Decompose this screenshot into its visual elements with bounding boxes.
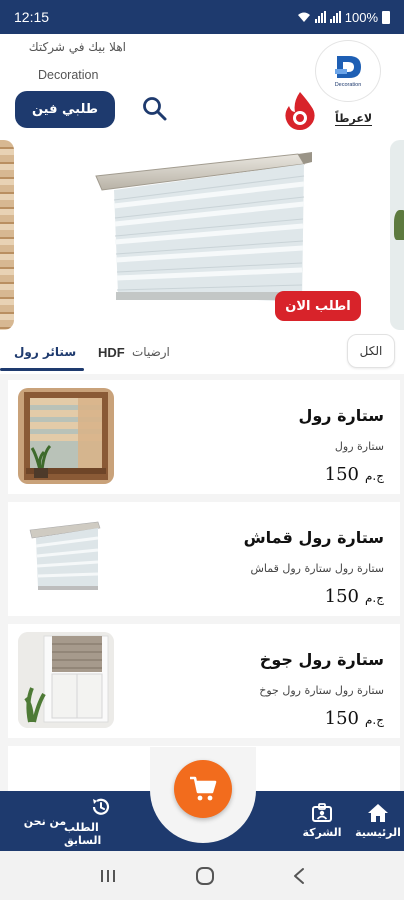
home-icon	[368, 804, 388, 822]
product-description: ستارة رول ستارة رول قماش	[250, 562, 384, 575]
price-value: 150	[324, 464, 359, 485]
product-card[interactable]: ستارة رول ستارة رول 150 ج.م	[8, 380, 400, 494]
banner-carousel[interactable]: اطلب الان	[0, 134, 404, 334]
price-currency: ج.م	[365, 713, 384, 727]
offers-link[interactable]: لاعرطاً	[335, 112, 373, 126]
cart-button[interactable]	[174, 760, 232, 818]
status-time: 12:15	[14, 9, 50, 25]
app-screen: 12:15 100% اهلا بيك في شركتك Decoration …	[0, 0, 404, 900]
greeting-text: اهلا بيك في شركتك	[28, 40, 126, 54]
system-navigation-bar	[0, 851, 404, 900]
previous-slide-preview[interactable]	[0, 140, 14, 330]
company-card-icon	[312, 803, 332, 822]
search-icon	[143, 97, 167, 121]
nav-home[interactable]: الرئيسية	[352, 791, 404, 851]
price-currency: ج.م	[365, 469, 384, 483]
price-value: 150	[324, 586, 359, 607]
banner-slide[interactable]: اطلب الان	[14, 134, 390, 334]
back-icon[interactable]	[292, 867, 306, 885]
product-image	[18, 632, 114, 728]
product-description: ستارة رول ستارة رول جوخ	[259, 684, 384, 697]
product-image	[18, 388, 114, 484]
nav-home-label: الرئيسية	[355, 826, 401, 839]
signal-icon-2	[329, 11, 341, 23]
tab-roller-blinds[interactable]: ستائر رول	[14, 334, 76, 370]
product-image	[18, 510, 114, 606]
greeting-company: Decoration	[38, 68, 99, 82]
product-price: 150 ج.م	[325, 708, 384, 729]
product-title: ستارة رول جوخ	[259, 650, 384, 669]
category-tabs: ستائر رول HDF ارضيات الكل	[0, 334, 404, 374]
product-price: 150 ج.م	[325, 464, 384, 485]
cart-icon	[190, 776, 217, 801]
tab-flooring[interactable]: ارضيات	[132, 334, 170, 370]
header: اهلا بيك في شركتك Decoration طلبي فين De…	[0, 34, 404, 134]
status-icons: 100%	[297, 10, 390, 25]
wifi-icon	[297, 12, 310, 22]
battery-percent: 100%	[344, 9, 378, 25]
nav-previous-orders-label: الطلب السابق	[64, 820, 102, 847]
order-now-button[interactable]: اطلب الان	[275, 291, 361, 321]
signal-icon	[314, 11, 326, 23]
next-slide-preview[interactable]	[390, 140, 404, 330]
logo-text: Decoration	[334, 82, 362, 88]
product-card[interactable]: ستارة رول جوخ ستارة رول ستارة رول جوخ 15…	[8, 624, 400, 738]
search-button[interactable]	[138, 92, 172, 126]
hot-offer-icon[interactable]	[281, 90, 319, 130]
recent-apps-icon[interactable]	[98, 868, 118, 884]
product-description: ستارة رول	[334, 440, 384, 453]
active-tab-indicator	[0, 368, 84, 371]
product-price: 150 ج.م	[325, 586, 384, 607]
price-value: 150	[324, 708, 359, 729]
nav-previous-orders[interactable]: الطلب السابق	[64, 791, 138, 851]
logo-mark-icon	[335, 56, 361, 78]
order-status-button[interactable]: طلبي فين	[15, 91, 115, 128]
product-title: ستارة رول	[298, 406, 384, 425]
battery-icon	[382, 10, 390, 24]
nav-about-label: من نحن	[23, 814, 67, 828]
tab-hdf[interactable]: HDF	[98, 334, 125, 370]
price-currency: ج.م	[365, 591, 384, 605]
history-icon	[92, 798, 110, 815]
nav-company[interactable]: الشركة	[298, 791, 346, 851]
tab-all[interactable]: الكل	[347, 334, 395, 368]
product-card[interactable]: ستارة رول قماش ستارة رول ستارة رول قماش …	[8, 502, 400, 616]
status-bar: 12:15 100%	[0, 0, 404, 34]
home-circle-icon[interactable]	[195, 866, 215, 886]
product-title: ستارة رول قماش	[243, 528, 384, 547]
company-logo: Decoration	[315, 40, 381, 102]
nav-company-label: الشركة	[302, 826, 342, 839]
